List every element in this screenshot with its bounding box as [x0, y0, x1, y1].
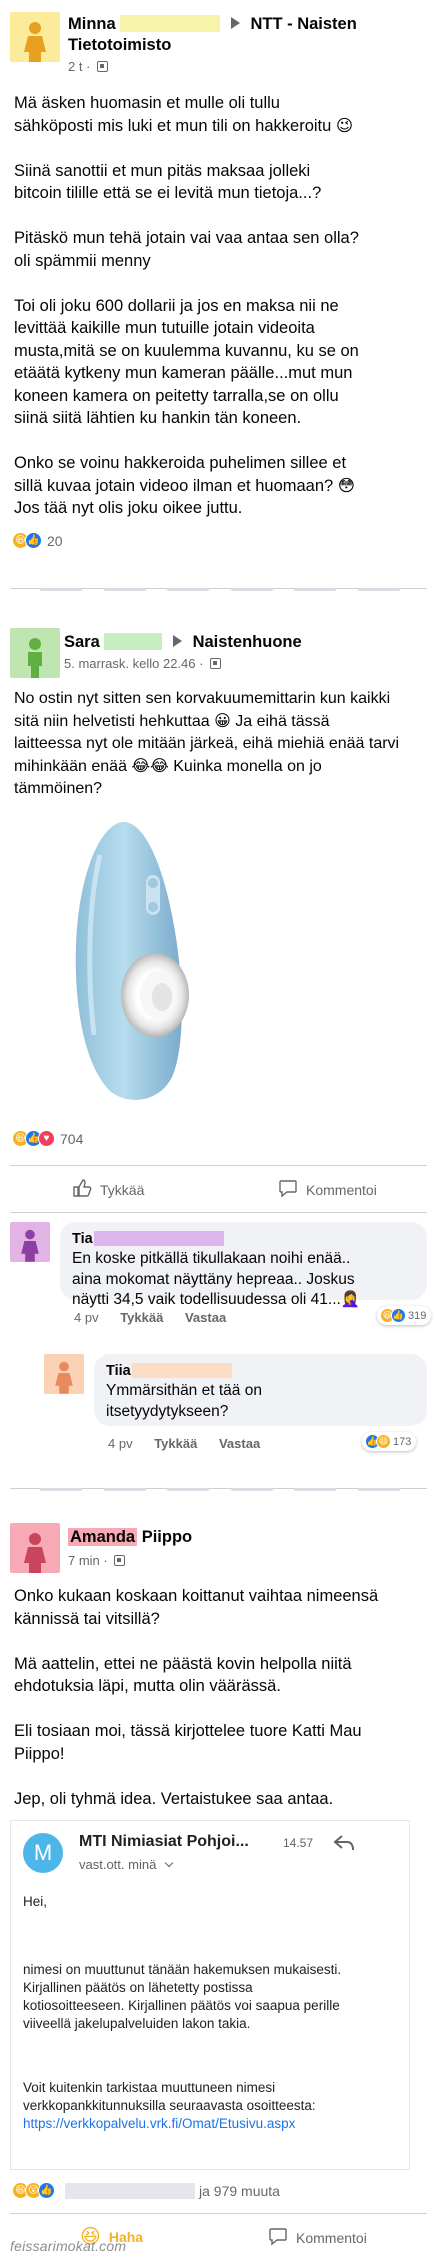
chevron-down-icon [164, 1858, 174, 1868]
love-reaction-icon: ♥ [38, 1130, 55, 1147]
author-last-name[interactable]: Piippo [142, 1528, 192, 1546]
post-body: Mä äsken huomasin et mulle oli tullu säh… [14, 94, 359, 517]
comment-icon [278, 1178, 298, 1201]
email-screenshot[interactable]: M MTI Nimiasiat Pohjoi... 14.57 vast.ott… [10, 1820, 410, 2170]
redacted-names [65, 2182, 195, 2199]
comment-time[interactable]: 4 pv [108, 1436, 133, 1451]
thumbs-up-icon [72, 1178, 92, 1201]
haha-reaction-icon: 😆 [376, 1434, 391, 1449]
commenter-name: Tia [72, 1230, 415, 1249]
post-header: Minna NTT - Naisten Tietotoimisto [68, 14, 428, 56]
email-check-text: Voit kuitenkin tarkistaa muuttuneen nime… [23, 2080, 316, 2113]
comment-label: Kommentoi [306, 1181, 377, 1198]
post-time[interactable]: 2 t [68, 59, 82, 74]
privacy-icon [210, 658, 222, 669]
post-time[interactable]: 7 min [68, 1553, 100, 1568]
commenter-avatar[interactable] [44, 1354, 84, 1394]
redacted-surname [120, 15, 221, 32]
comment-actions: 4 pv Tykkää Vastaa [108, 1436, 278, 1451]
comment-button[interactable]: Kommentoi [268, 2226, 367, 2249]
separator [10, 2213, 427, 2214]
redacted-surname [104, 633, 163, 650]
author-name[interactable]: Sara [64, 633, 100, 651]
privacy-icon [97, 61, 109, 72]
person-icon [55, 1361, 73, 1394]
comment-like-link[interactable]: Tykkää [154, 1436, 197, 1451]
post-meta: 2 t · [68, 59, 109, 75]
product-photo [75, 821, 189, 1100]
separator-dashes [40, 1488, 400, 1492]
comment-reply-link[interactable]: Vastaa [219, 1436, 260, 1451]
reply-icon[interactable] [333, 1833, 355, 1858]
person-icon [24, 1533, 46, 1573]
email-link[interactable]: https://verkkopalvelu.vrk.fi/Omat/Etusiv… [23, 2115, 295, 2133]
person-icon [24, 22, 46, 62]
group-name[interactable]: Naistenhuone [193, 633, 302, 651]
avatar[interactable] [10, 1523, 60, 1573]
action-bar: Tykkää Kommentoi [0, 1170, 437, 1210]
privacy-icon [114, 1555, 126, 1566]
post-image[interactable] [60, 815, 190, 1105]
comment-text: En koske pitkällä tikullakaan noihi enää… [72, 1250, 361, 1308]
like-reaction-icon: 👍 [25, 532, 42, 549]
separator [10, 1165, 427, 1166]
reaction-count: 20 [47, 532, 63, 549]
commenter-name: Tiia [106, 1362, 415, 1381]
email-recipient[interactable]: vast.ott. minä [79, 1857, 174, 1872]
comment-actions: 4 pv Tykkää Vastaa [74, 1310, 244, 1325]
reaction-summary[interactable]: 😆 👍 20 [12, 532, 63, 549]
reaction-count: 704 [60, 1130, 84, 1147]
comment-reactions[interactable]: 👍 😆 173 [362, 1432, 417, 1451]
reaction-summary[interactable]: 😆 👍 ♥ 704 [12, 1130, 83, 1147]
email-body: nimesi on muuttunut tänään hakemuksen mu… [23, 1962, 342, 2031]
separator-dashes [40, 588, 400, 592]
post-body: No ostin nyt sitten sen korvakuumemittar… [14, 690, 400, 797]
commenter-avatar[interactable] [10, 1222, 50, 1262]
like-label: Tykkää [100, 1181, 145, 1198]
author-first-name[interactable]: Amanda [68, 1528, 138, 1546]
comment-bubble[interactable]: Tia En koske pitkällä tikullakaan noihi … [60, 1222, 427, 1308]
like-reaction-icon: 👍 [38, 2182, 55, 2199]
author-name[interactable]: Minna [68, 15, 116, 33]
like-reaction-icon: 👍 [391, 1308, 406, 1323]
comment-like-link[interactable]: Tykkää [120, 1310, 163, 1325]
comment: Tia En koske pitkällä tikullakaan noihi … [0, 1222, 437, 1332]
comment-label: Kommentoi [296, 2229, 367, 2246]
comment-text: Ymmärsithän et tää on itsetyydytykseen? [106, 1382, 262, 1420]
comment-bubble[interactable]: Tiia Ymmärsithän et tää on itsetyydytyks… [94, 1354, 427, 1426]
watermark: feissarimokat.com [10, 2238, 127, 2254]
person-icon [21, 1229, 39, 1262]
post-header: Sara Naistenhuone [64, 632, 429, 653]
avatar[interactable] [10, 628, 60, 678]
comment-icon [268, 2226, 288, 2249]
comment-button[interactable]: Kommentoi [278, 1178, 377, 1201]
like-button[interactable]: Tykkää [72, 1178, 144, 1201]
email-sender: MTI Nimiasiat Pohjoi... [79, 1833, 249, 1850]
post-time[interactable]: 5. marrask. kello 22.46 [64, 656, 196, 671]
person-icon [28, 638, 42, 678]
post-body: Onko kukaan koskaan koittanut vaihtaa ni… [14, 1587, 379, 1808]
post-meta: 7 min · [68, 1553, 126, 1569]
arrow-icon [172, 635, 182, 647]
email-time: 14.57 [283, 1836, 314, 1850]
sender-avatar: M [23, 1833, 63, 1873]
reaction-suffix: ja 979 muuta [199, 2182, 280, 2199]
comment-reactions[interactable]: 😆 👍 319 [377, 1306, 432, 1325]
comment-time[interactable]: 4 pv [74, 1310, 99, 1325]
arrow-icon [230, 17, 240, 29]
separator [10, 1212, 427, 1213]
post-header: Amanda Piippo [68, 1527, 192, 1548]
reaction-summary[interactable]: 😆 😮 👍 ja 979 muuta [12, 2182, 280, 2199]
post-meta: 5. marrask. kello 22.46 · [64, 656, 222, 672]
email-greeting: Hei, [23, 1894, 48, 1909]
comment: Tiia Ymmärsithän et tää on itsetyydytyks… [0, 1354, 437, 1454]
avatar[interactable] [10, 12, 60, 62]
comment-reply-link[interactable]: Vastaa [185, 1310, 226, 1325]
